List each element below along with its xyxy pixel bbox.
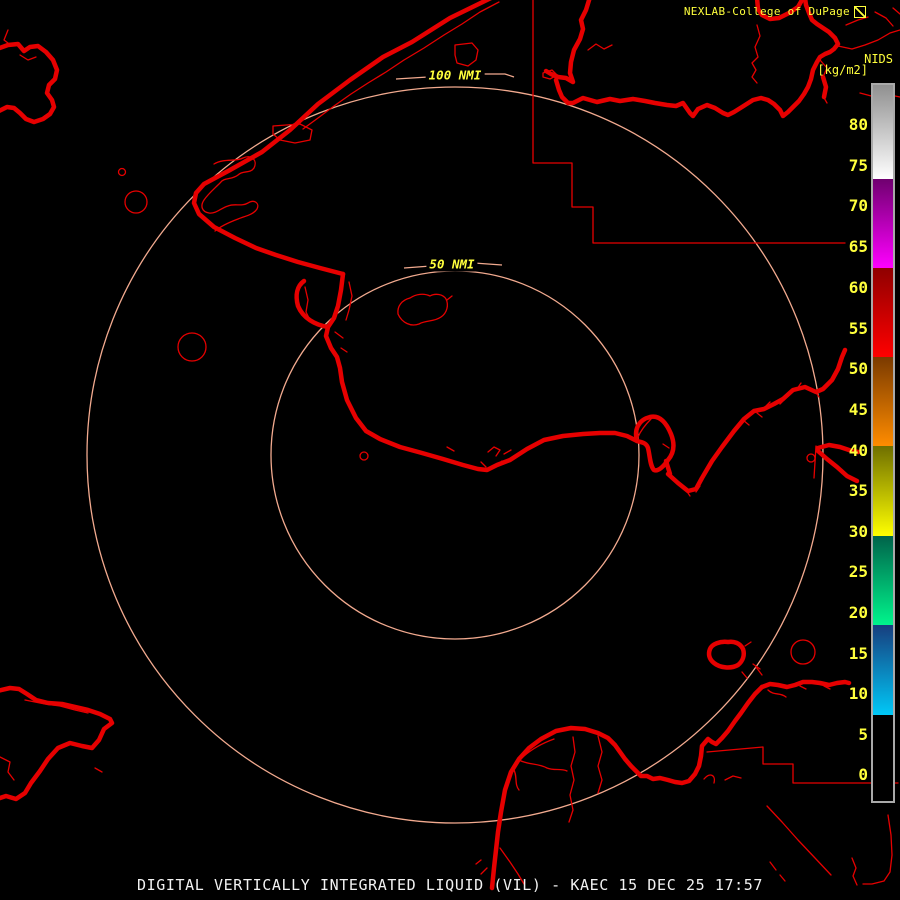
radar-display: NEXLAB-College of DuPage NIDS [kg/m2] 80… (0, 0, 900, 900)
product-caption: DIGITAL VERTICALLY INTEGRATED LIQUID (VI… (137, 876, 763, 894)
colorbar-tick-0: 0 (858, 765, 868, 784)
range-ring-label-100-nmi: 100 NMI (425, 67, 485, 83)
colorbar-tick-20: 20 (848, 603, 868, 622)
colorbar-tick-50: 50 (848, 359, 868, 378)
colorbar-tick-75: 75 (848, 156, 868, 175)
colorbar-segment-40-51 (873, 357, 893, 446)
colorbar-tick-5: 5 (858, 725, 868, 744)
map-detail-thin (0, 0, 900, 886)
colorbar-segment-51-62 (873, 268, 893, 357)
colorbar-tick-80: 80 (848, 115, 868, 134)
colorbar-tick-55: 55 (848, 319, 868, 338)
colorbar-tick-40: 40 (848, 441, 868, 460)
colorbar-tick-30: 30 (848, 522, 868, 541)
colorbar-segment-18-29 (873, 536, 893, 625)
radar-map-svg (0, 0, 900, 891)
colorbar-tick-60: 60 (848, 278, 868, 297)
colorbar-segment-0-7 (873, 715, 893, 801)
colorbar-tick-45: 45 (848, 400, 868, 419)
colorbar-tick-65: 65 (848, 237, 868, 256)
colorbar-segment-73-85 (873, 85, 893, 179)
units-label: [kg/m2] (817, 63, 868, 77)
colorbar (871, 83, 895, 803)
colorbar-tick-10: 10 (848, 684, 868, 703)
credit-line: NEXLAB-College of DuPage (684, 5, 866, 18)
colorbar-tick-70: 70 (848, 196, 868, 215)
system-label: NIDS (864, 52, 893, 66)
colorbar-tick-35: 35 (848, 481, 868, 500)
colorbar-tick-15: 15 (848, 644, 868, 663)
colorbar-segment-62-73 (873, 179, 893, 268)
colorbar-segment-29-40 (873, 446, 893, 536)
range-ring-label-50-nmi: 50 NMI (426, 256, 478, 272)
coastline-thick (0, 0, 861, 891)
box-diagonal-logo-icon (854, 5, 866, 18)
colorbar-segment-7-18 (873, 625, 893, 715)
credit-text: NEXLAB-College of DuPage (683, 5, 850, 18)
colorbar-tick-25: 25 (848, 562, 868, 581)
ring-label-leader-dashes (395, 73, 515, 269)
